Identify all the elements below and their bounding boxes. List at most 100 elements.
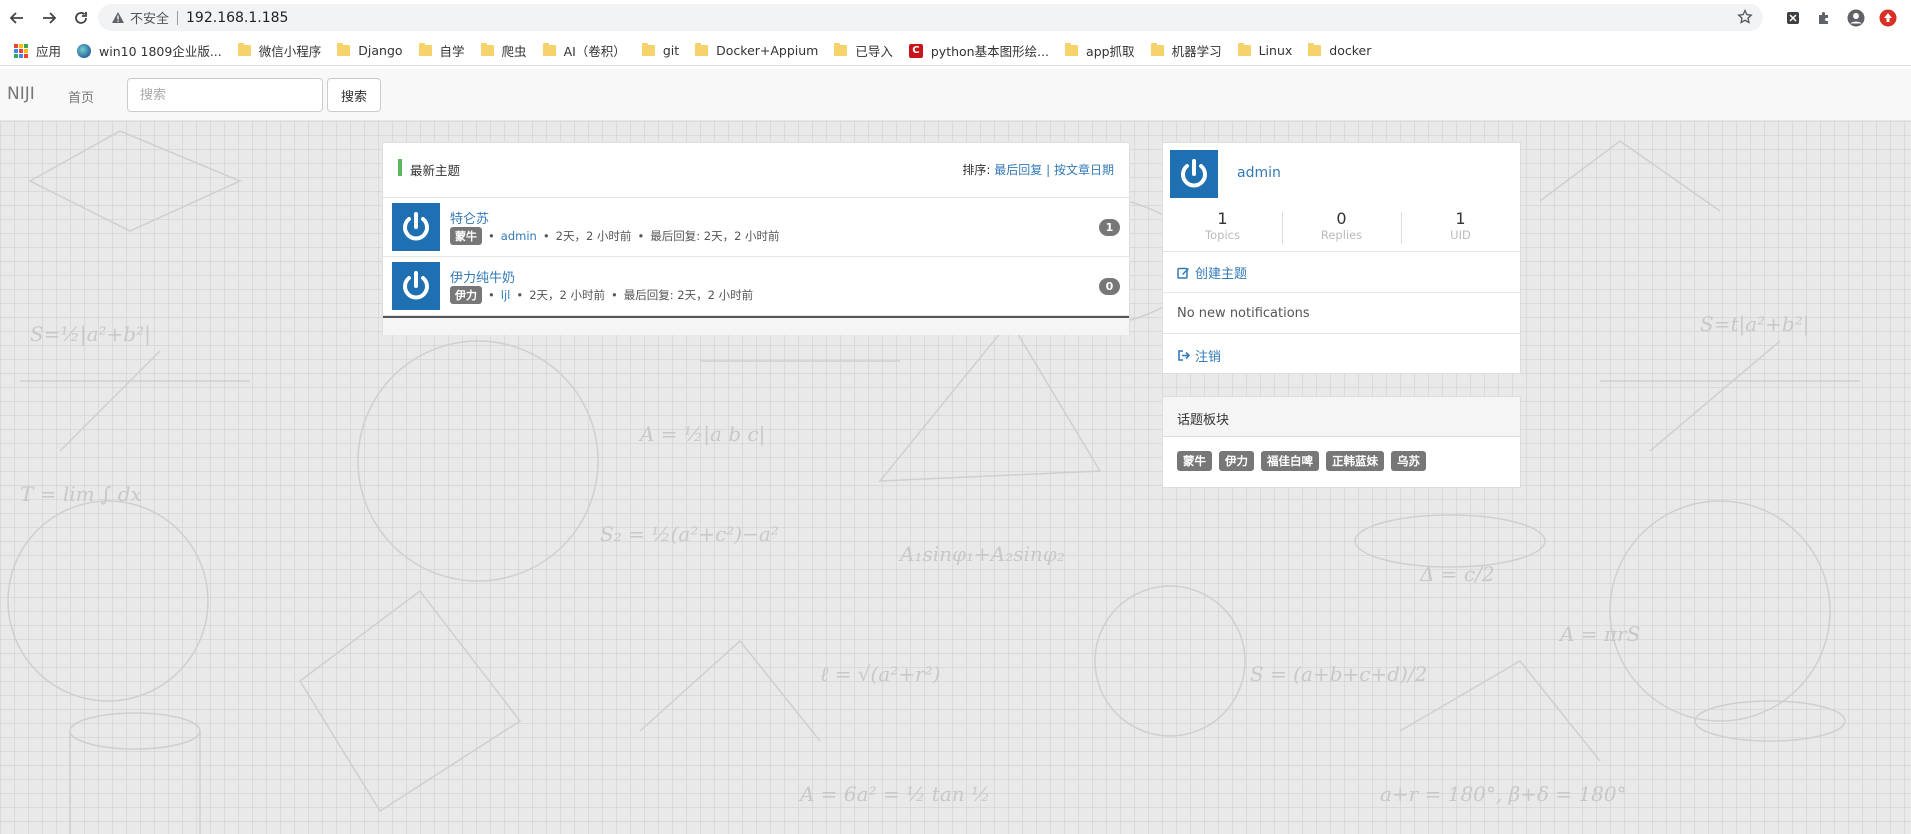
accent-bar xyxy=(398,159,402,176)
puzzle-icon[interactable] xyxy=(1814,8,1834,28)
address-bar[interactable]: 不安全 192.168.1.185 xyxy=(98,4,1763,31)
topic-row: 特仑苏 蒙牛 • admin • 2天，2 小时前 • 最后回复: 2天，2 小… xyxy=(383,198,1129,257)
power-icon xyxy=(403,212,429,241)
topic-tag[interactable]: 蒙牛 xyxy=(450,227,482,245)
topic-title-link[interactable]: 伊力纯牛奶 xyxy=(450,267,515,286)
bookmark-item[interactable]: win10 1809企业版... xyxy=(69,39,230,63)
bookmark-item[interactable]: 微信小程序 xyxy=(230,39,330,63)
bookmark-item[interactable]: 爬虫 xyxy=(473,39,535,63)
folder-icon xyxy=(834,43,848,56)
svg-text:S₂ = ½(a²+c²)−a²: S₂ = ½(a²+c²)−a² xyxy=(600,522,779,546)
username-link[interactable]: admin xyxy=(1237,165,1281,181)
bookmark-label: Django xyxy=(358,43,403,58)
notifications-row[interactable]: No new notifications xyxy=(1163,294,1520,334)
svg-text:Δ = c/2: Δ = c/2 xyxy=(1419,562,1495,586)
extension-icon[interactable] xyxy=(1783,8,1803,28)
create-topic-label: 创建主题 xyxy=(1195,267,1248,282)
sort-options: 排序: 最后回复 | 按文章日期 xyxy=(962,161,1114,178)
avatar[interactable] xyxy=(392,262,440,310)
bookmark-label: python基本图形绘... xyxy=(930,44,1050,59)
svg-text:S = (a+b+c+d)/2: S = (a+b+c+d)/2 xyxy=(1250,662,1427,686)
stat-topics: 1 Topics xyxy=(1163,210,1282,251)
site-brand[interactable]: NIJI xyxy=(7,84,35,104)
separator-dot: • xyxy=(488,229,495,243)
board-tag[interactable]: 蒙牛 xyxy=(1177,451,1212,471)
bookmark-star-icon[interactable] xyxy=(1737,8,1753,29)
svg-text:a+r = 180°, β+δ = 180°: a+r = 180°, β+δ = 180° xyxy=(1380,782,1627,806)
svg-text:S=t|a²+b²|: S=t|a²+b²| xyxy=(1700,312,1810,337)
forward-arrow-icon[interactable] xyxy=(38,7,60,29)
topic-row: 伊力纯牛奶 伊力 • ljl • 2天，2 小时前 • 最后回复: 2天，2 小… xyxy=(383,257,1129,316)
bookmark-item[interactable]: git xyxy=(634,39,687,63)
separator-dot: • xyxy=(637,229,645,243)
stat-label: Replies xyxy=(1320,228,1363,242)
topic-meta: 蒙牛 • admin • 2天，2 小时前 • 最后回复: 2天，2 小时前 xyxy=(450,227,780,245)
nav-home-link[interactable]: 首页 xyxy=(68,87,94,106)
svg-text:ℓ = √(a²+r²): ℓ = √(a²+r²) xyxy=(820,662,940,686)
search-input[interactable] xyxy=(127,78,323,112)
reload-icon[interactable] xyxy=(70,7,92,29)
bookmark-item[interactable]: Docker+Appium xyxy=(687,39,826,63)
folder-icon xyxy=(542,43,556,56)
sort-by-date-link[interactable]: 按文章日期 xyxy=(1054,163,1114,177)
bookmark-label: AI（卷积） xyxy=(563,44,626,59)
bookmark-item[interactable]: Cpython基本图形绘... xyxy=(901,39,1057,63)
insecure-label: 不安全 xyxy=(130,12,170,27)
bookmark-label: 微信小程序 xyxy=(258,44,322,59)
topic-title-link[interactable]: 特仑苏 xyxy=(450,208,489,227)
svg-text:T = lim ∫ dx: T = lim ∫ dx xyxy=(20,482,142,506)
topic-tag[interactable]: 伊力 xyxy=(450,286,482,304)
bookmark-label: git xyxy=(662,43,680,58)
folder-icon xyxy=(1308,43,1322,56)
topic-author-link[interactable]: admin xyxy=(501,229,537,243)
create-topic-link[interactable]: 创建主题 xyxy=(1163,253,1520,293)
url-text[interactable]: 192.168.1.185 xyxy=(186,10,288,26)
bookmark-item[interactable]: 已导入 xyxy=(826,39,901,63)
avatar[interactable] xyxy=(1170,150,1218,198)
bookmark-item[interactable]: app抓取 xyxy=(1057,39,1143,63)
sort-prefix: 排序: xyxy=(962,163,991,177)
folder-icon xyxy=(1065,43,1079,56)
folder-icon xyxy=(418,43,432,56)
folder-icon xyxy=(237,43,251,56)
logout-icon xyxy=(1177,349,1190,362)
bookmark-item[interactable]: docker xyxy=(1300,39,1379,63)
board-tag[interactable]: 福佳白啤 xyxy=(1261,451,1319,471)
svg-text:A = 6a² = ½ tan ½: A = 6a² = ½ tan ½ xyxy=(798,782,990,806)
sort-divider: | xyxy=(1046,163,1051,177)
bookmark-label: 爬虫 xyxy=(501,44,527,59)
bookmark-item[interactable]: AI（卷积） xyxy=(535,39,634,63)
sort-last-reply-link[interactable]: 最后回复 xyxy=(994,163,1042,177)
avatar[interactable] xyxy=(392,203,440,251)
bookmark-item[interactable]: 机器学习 xyxy=(1143,39,1230,63)
folder-icon xyxy=(695,43,709,56)
back-arrow-icon[interactable] xyxy=(6,7,28,29)
topic-last-reply: 最后回复: 2天，2 小时前 xyxy=(650,229,780,243)
user-panel: admin 1 Topics 0 Replies 1 UID 创建主题 No n… xyxy=(1162,142,1521,374)
folder-icon xyxy=(1237,43,1251,56)
topic-board-panel: 话题板块 蒙牛 伊力 福佳白啤 正韩蓝妹 乌苏 xyxy=(1162,396,1521,488)
topic-board-title: 话题板块 xyxy=(1163,397,1520,437)
bookmark-item[interactable]: Linux xyxy=(1230,39,1301,63)
power-icon xyxy=(1181,159,1207,188)
web-page: S=½|a²+b²| T = lim ∫ dx A = ½|a b c| A₁s… xyxy=(0,69,1911,834)
bookmark-item[interactable]: 自学 xyxy=(411,39,473,63)
bookmark-label: docker xyxy=(1329,43,1372,58)
update-icon[interactable] xyxy=(1878,8,1898,28)
board-tag[interactable]: 伊力 xyxy=(1219,451,1254,471)
board-tag[interactable]: 正韩蓝妹 xyxy=(1326,451,1384,471)
bookmark-item[interactable]: 应用 xyxy=(6,39,69,63)
csdn-icon: C xyxy=(908,43,923,58)
search-button[interactable]: 搜索 xyxy=(327,78,381,112)
board-tag[interactable]: 乌苏 xyxy=(1391,451,1426,471)
bookmark-item[interactable]: Django xyxy=(329,39,410,63)
svg-text:S=½|a²+b²|: S=½|a²+b²| xyxy=(30,322,151,347)
site-navbar: NIJI 首页 搜索 xyxy=(0,69,1911,121)
separator-dot: • xyxy=(610,288,618,302)
stat-label: Topics xyxy=(1205,228,1240,242)
topic-author-link[interactable]: ljl xyxy=(501,288,511,302)
profile-icon[interactable] xyxy=(1846,8,1866,28)
logout-link[interactable]: 注销 xyxy=(1163,335,1520,375)
bookmark-label: win10 1809企业版... xyxy=(99,44,222,59)
bookmark-label: app抓取 xyxy=(1086,44,1135,59)
